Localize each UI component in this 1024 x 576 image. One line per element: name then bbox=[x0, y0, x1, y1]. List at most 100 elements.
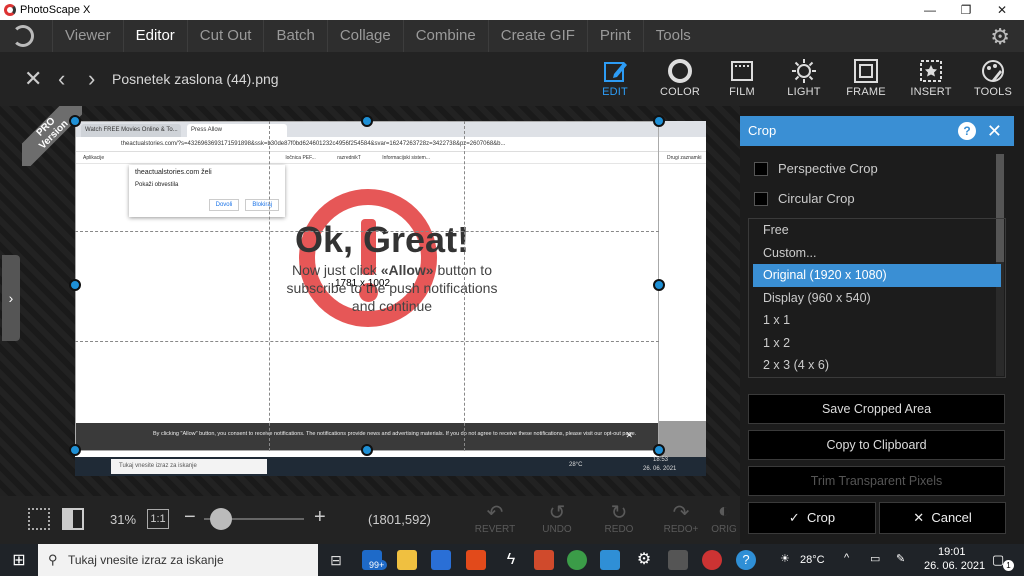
ratio-item-2x3[interactable]: 2 x 3 (4 x 6) bbox=[753, 354, 1001, 377]
crop-panel-header: Crop ? ✕ bbox=[740, 116, 1014, 146]
inkscape-icon[interactable] bbox=[668, 550, 688, 570]
tab-cut-out[interactable]: Cut Out bbox=[186, 20, 264, 52]
revert-button[interactable]: ↶ REVERT bbox=[468, 500, 522, 535]
vscode-icon[interactable] bbox=[600, 550, 620, 570]
crop-handle-top-right[interactable] bbox=[653, 115, 665, 127]
tab-combine[interactable]: Combine bbox=[402, 20, 488, 52]
close-panel-icon[interactable]: ✕ bbox=[987, 116, 1002, 146]
taskbar-search-box[interactable]: ⚲ Tukaj vnesite izraz za iskanje bbox=[38, 544, 318, 576]
actual-size-button[interactable]: 1:1 bbox=[147, 509, 169, 529]
edit-icon bbox=[584, 56, 646, 86]
crop-panel: Crop ? ✕ Perspective Crop Circular Crop … bbox=[740, 106, 1024, 544]
tool-light[interactable]: LIGHT bbox=[773, 56, 835, 98]
crop-frame[interactable] bbox=[75, 121, 659, 451]
next-image-icon[interactable]: › bbox=[88, 66, 95, 92]
save-cropped-area-button[interactable]: Save Cropped Area bbox=[748, 394, 1005, 424]
powerpoint-icon[interactable] bbox=[534, 550, 554, 570]
crop-handle-top-left[interactable] bbox=[69, 115, 81, 127]
zoom-slider[interactable] bbox=[204, 508, 304, 530]
window-title: PhotoScape X bbox=[20, 4, 91, 16]
clock-time[interactable]: 19:01 bbox=[938, 546, 966, 558]
tab-viewer[interactable]: Viewer bbox=[52, 20, 123, 52]
crop-handle-bottom-right[interactable] bbox=[653, 444, 665, 456]
redo-plus-button[interactable]: ↷ REDO+ bbox=[654, 500, 708, 535]
ratio-item-custom[interactable]: Custom... bbox=[753, 242, 1001, 265]
copy-to-clipboard-button[interactable]: Copy to Clipboard bbox=[748, 430, 1005, 460]
redo-plus-icon: ↷ bbox=[672, 502, 690, 524]
photoscape-taskbar-icon[interactable] bbox=[702, 550, 722, 570]
crop-handle-bottom[interactable] bbox=[361, 444, 373, 456]
compare-icon[interactable] bbox=[62, 508, 84, 530]
help-icon[interactable]: ? bbox=[958, 122, 976, 140]
tool-insert[interactable]: INSERT bbox=[900, 56, 962, 98]
zoom-out-icon[interactable]: − bbox=[184, 506, 196, 529]
tab-collage[interactable]: Collage bbox=[326, 20, 403, 52]
chrome-icon[interactable] bbox=[567, 550, 587, 570]
tool-film[interactable]: FILM bbox=[711, 56, 773, 98]
ratio-item-display[interactable]: Display (960 x 540) bbox=[753, 287, 1001, 310]
zoom-slider-knob[interactable] bbox=[210, 508, 232, 530]
undo-button[interactable]: ↺ UNDO bbox=[530, 500, 584, 535]
undo-icon: ↺ bbox=[548, 502, 566, 524]
tab-editor[interactable]: Editor bbox=[122, 20, 187, 52]
office-icon[interactable] bbox=[466, 550, 486, 570]
weather-temp[interactable]: 28°C bbox=[800, 554, 825, 566]
minimize-button[interactable]: — bbox=[912, 0, 948, 20]
windows-start-icon[interactable]: ⊞ bbox=[0, 550, 38, 570]
tools-icon bbox=[962, 56, 1024, 86]
close-window-button[interactable]: ✕ bbox=[984, 0, 1020, 20]
help-tips-icon[interactable]: ? bbox=[736, 550, 756, 570]
crop-grid-line bbox=[75, 231, 659, 232]
trim-transparent-pixels-button[interactable]: Trim Transparent Pixels bbox=[748, 466, 1005, 496]
settings-gear-icon[interactable]: ⚙ bbox=[990, 24, 1010, 50]
bolt-app-icon[interactable]: ϟ bbox=[501, 550, 521, 570]
perspective-crop-checkbox[interactable]: Perspective Crop bbox=[752, 158, 992, 180]
crop-cancel-button[interactable]: ✕ Cancel bbox=[879, 502, 1006, 534]
expand-sidebar-button[interactable]: › bbox=[2, 255, 20, 341]
select-area-icon[interactable] bbox=[28, 508, 50, 530]
redo-button[interactable]: ↻ REDO bbox=[592, 500, 646, 535]
clock-date[interactable]: 26. 06. 2021 bbox=[924, 560, 985, 572]
tab-tools[interactable]: Tools bbox=[642, 20, 703, 52]
mail-badge: 99+ bbox=[366, 560, 388, 570]
tool-color[interactable]: COLOR bbox=[649, 56, 711, 98]
maximize-button[interactable]: ❐ bbox=[948, 0, 984, 20]
crop-handle-left[interactable] bbox=[69, 279, 81, 291]
tab-batch[interactable]: Batch bbox=[263, 20, 326, 52]
original-button[interactable]: ◐ ORIG bbox=[708, 500, 740, 535]
zoom-level[interactable]: 31% bbox=[110, 512, 136, 527]
zoom-in-icon[interactable]: + bbox=[314, 506, 326, 529]
circular-crop-checkbox[interactable]: Circular Crop bbox=[752, 188, 992, 210]
ratio-item-1x2[interactable]: 1 x 2 bbox=[753, 332, 1001, 355]
network-icon[interactable]: ▭ bbox=[870, 552, 880, 565]
tab-create-gif[interactable]: Create GIF bbox=[487, 20, 587, 52]
tray-expand-icon[interactable]: ^ bbox=[844, 552, 849, 564]
ratio-item-1x1[interactable]: 1 x 1 bbox=[753, 309, 1001, 332]
dropbox-icon[interactable] bbox=[431, 550, 451, 570]
light-icon bbox=[773, 56, 835, 86]
tool-frame[interactable]: FRAME bbox=[835, 56, 897, 98]
settings-icon[interactable]: ⚙ bbox=[634, 550, 654, 570]
tool-edit[interactable]: EDIT bbox=[584, 56, 646, 98]
crop-handle-top[interactable] bbox=[361, 115, 373, 127]
ratio-item-original[interactable]: Original (1920 x 1080) bbox=[753, 264, 1001, 287]
check-icon: ✓ bbox=[788, 510, 800, 525]
search-icon: ⚲ bbox=[48, 552, 58, 567]
original-icon: ◐ bbox=[717, 500, 731, 522]
tab-print[interactable]: Print bbox=[586, 20, 643, 52]
crop-handle-right[interactable] bbox=[653, 279, 665, 291]
ratio-item-free[interactable]: Free bbox=[753, 219, 1001, 242]
crop-handle-bottom-left[interactable] bbox=[69, 444, 81, 456]
weather-icon[interactable]: ☀ bbox=[780, 552, 790, 565]
close-image-icon[interactable]: ✕ bbox=[24, 66, 42, 92]
file-explorer-icon[interactable] bbox=[397, 550, 417, 570]
insert-icon bbox=[900, 56, 962, 86]
pen-icon[interactable]: ✎ bbox=[896, 552, 905, 565]
previous-image-icon[interactable]: ‹ bbox=[58, 66, 65, 92]
home-icon[interactable] bbox=[12, 25, 34, 47]
tool-tools[interactable]: TOOLS bbox=[962, 56, 1024, 98]
task-view-icon[interactable]: ⊟ bbox=[326, 550, 346, 570]
crop-confirm-button[interactable]: ✓ Crop bbox=[748, 502, 876, 534]
file-name: Posnetek zaslona (44).png bbox=[112, 71, 279, 87]
crop-ratio-list[interactable]: Free Custom... Original (1920 x 1080) Di… bbox=[748, 218, 1006, 378]
